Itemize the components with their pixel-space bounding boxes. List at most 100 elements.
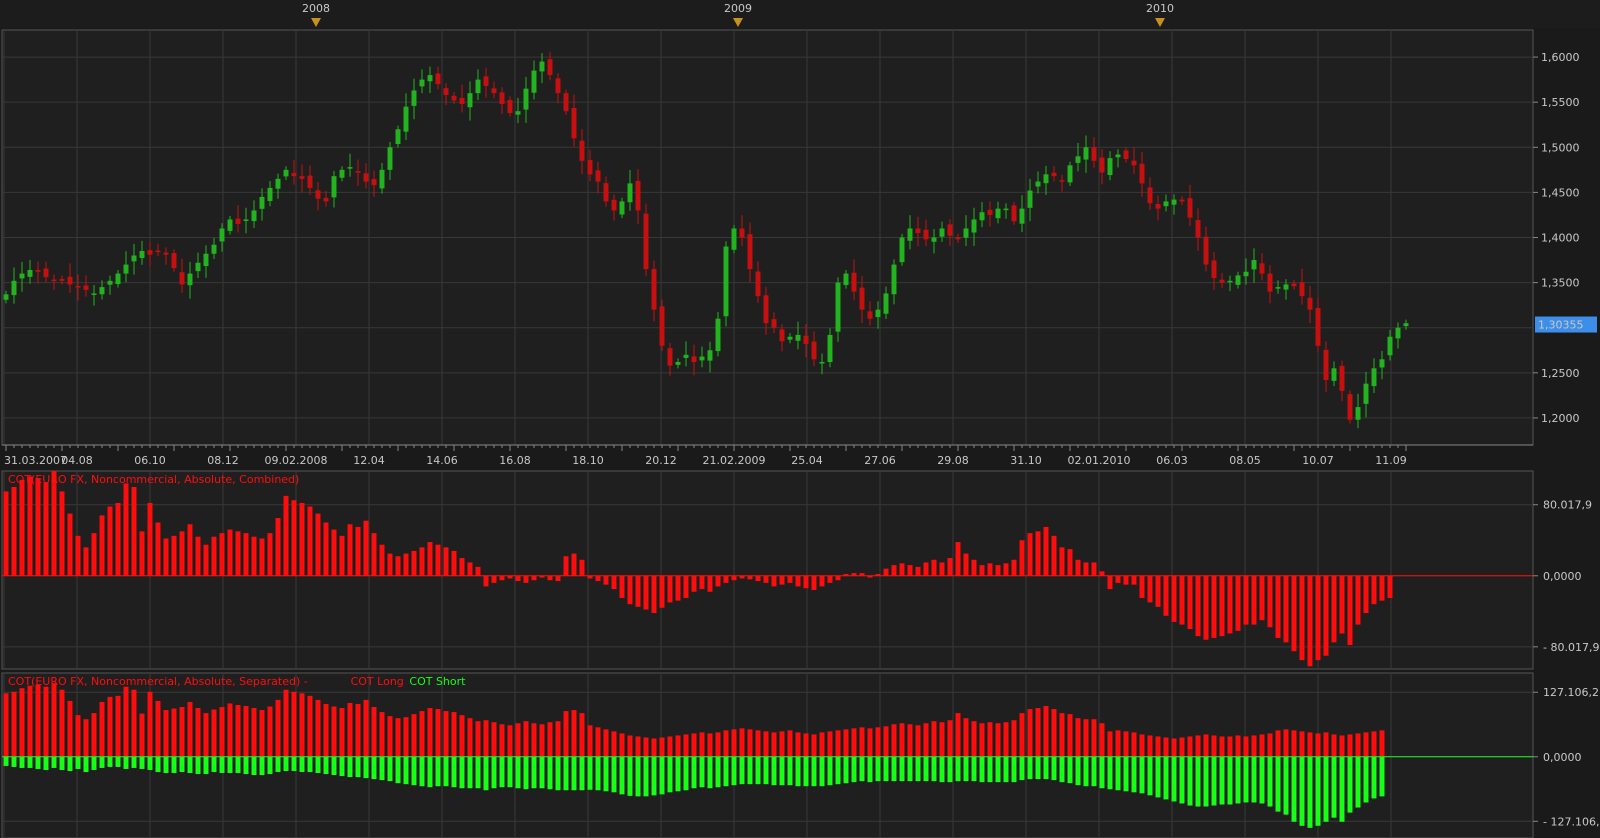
candle-body — [59, 279, 65, 281]
cot-bar — [259, 538, 265, 576]
candle-body — [1283, 284, 1289, 290]
cot-bar — [467, 756, 473, 789]
cot-bar — [171, 708, 177, 757]
candle-body — [635, 180, 641, 211]
cot-bar — [747, 756, 753, 785]
candle-body — [899, 237, 905, 263]
cot-bar — [27, 756, 33, 768]
cot-bar — [763, 756, 769, 785]
cot-bar — [1267, 733, 1273, 757]
time-axis-label-6: 14.06 — [426, 454, 458, 467]
cot-bar — [627, 735, 633, 757]
cot-bar — [931, 756, 937, 782]
cot-bar — [979, 723, 985, 757]
cot-bar — [3, 756, 9, 766]
cot-bar — [563, 756, 569, 791]
cot-bar — [371, 707, 377, 757]
cot-bar — [739, 756, 745, 785]
cot-bar — [1155, 756, 1161, 798]
candle-body — [1299, 282, 1305, 297]
candle-body — [403, 106, 409, 132]
candle-body — [715, 318, 721, 352]
cot-bar — [611, 756, 617, 793]
cot-bar — [331, 756, 337, 776]
cot-bar — [1243, 756, 1249, 803]
cot-bar — [1003, 756, 1009, 783]
cot-bar — [411, 714, 417, 757]
cot-bar — [835, 756, 841, 785]
cot-bar — [1067, 549, 1073, 576]
cot-bar — [323, 756, 329, 775]
cot-bar — [1315, 733, 1321, 757]
cot-bar — [675, 756, 681, 792]
cot-bar — [1019, 540, 1025, 576]
candle-body — [163, 252, 169, 255]
cot-bar — [99, 515, 105, 576]
cot-separated-panel[interactable]: 127.106,2 0,0000 - 127.106,2 COT(EURO FX, N… — [1, 672, 1600, 838]
cot-bar — [1139, 734, 1145, 757]
cot-bar — [171, 535, 177, 576]
candle-body — [3, 294, 9, 300]
cot-bar — [67, 513, 73, 576]
cot-bar — [691, 733, 697, 757]
cot-bar — [1331, 575, 1337, 643]
cot-bar — [59, 756, 65, 770]
cot-bar — [779, 575, 785, 585]
cot-bar — [579, 756, 585, 791]
cot-bar — [1227, 575, 1233, 634]
cot-bar — [507, 725, 513, 757]
cot-bar — [435, 544, 441, 576]
candle-body — [627, 183, 633, 203]
cot-bar — [859, 727, 865, 757]
cot-bar — [1155, 736, 1161, 757]
cot-combined-panel[interactable]: 80.017,9 0,0000 - 80.017,9 COT(EURO FX, Non… — [1, 470, 1599, 670]
cot-separated-title: COT(EURO FX, Noncommercial, Absolute, Se… — [8, 675, 308, 688]
cot-bar — [1139, 575, 1145, 598]
candle-body — [755, 271, 761, 297]
cot-bar — [1107, 756, 1113, 790]
candle-body — [1243, 271, 1249, 277]
cot-bar — [1011, 756, 1017, 783]
candle-body — [1331, 368, 1337, 381]
candle-body — [1179, 199, 1185, 202]
candle-body — [811, 341, 817, 360]
cot-bar — [75, 715, 81, 757]
cot-bar — [283, 689, 289, 757]
cot-bar — [1251, 735, 1257, 757]
cot-bar — [1003, 563, 1009, 576]
cot-bar — [955, 756, 961, 782]
candle-body — [259, 196, 265, 209]
cot-bar — [307, 506, 313, 576]
price-panel[interactable]: 1,6000 1,5500 1,5000 1,4500 1,4000 1,3500 1,25… — [1, 29, 1597, 446]
candle-body — [691, 356, 697, 362]
time-axis-label-14: 31.10 — [1010, 454, 1042, 467]
cot-bar — [187, 701, 193, 757]
cot-bar — [907, 565, 913, 576]
cot-bar — [723, 756, 729, 787]
cot-bar — [27, 685, 33, 757]
candle-body — [603, 183, 609, 202]
cot-bar — [1051, 535, 1057, 576]
candle-body — [859, 287, 865, 310]
candle-body — [467, 93, 473, 108]
cot-bar — [411, 756, 417, 786]
cot-bar — [1299, 731, 1305, 757]
cot-bar — [1211, 575, 1217, 638]
candle-body — [363, 173, 369, 182]
cot-bar — [483, 720, 489, 757]
cot-bar — [123, 756, 129, 769]
cot-bar — [315, 699, 321, 757]
cot-bar — [347, 756, 353, 778]
cot-bar — [579, 713, 585, 757]
cot-bar — [699, 732, 705, 757]
candle-body — [763, 295, 769, 324]
cot-bar — [659, 756, 665, 795]
cot-bar — [211, 536, 217, 576]
candle-body — [779, 329, 785, 342]
cot-bar — [547, 756, 553, 790]
cot-bar — [731, 575, 737, 581]
candle-body — [147, 250, 153, 255]
candle-body — [203, 253, 209, 267]
candle-body — [355, 171, 361, 173]
cot-bar — [1187, 575, 1193, 630]
